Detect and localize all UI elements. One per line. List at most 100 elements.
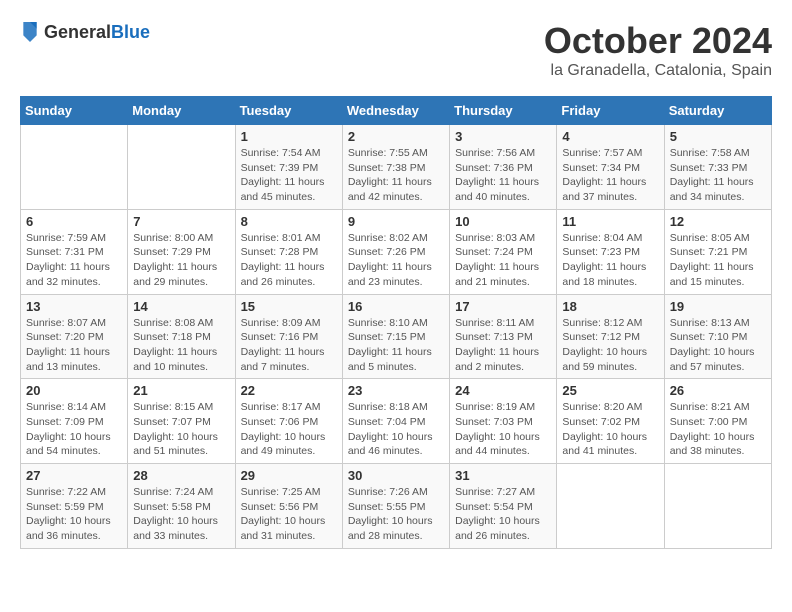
day-number: 8: [241, 214, 337, 229]
day-info: Sunrise: 8:19 AM Sunset: 7:03 PM Dayligh…: [455, 400, 551, 459]
day-info: Sunrise: 8:11 AM Sunset: 7:13 PM Dayligh…: [455, 316, 551, 375]
calendar-cell: 2 Sunrise: 7:55 AM Sunset: 7:38 PM Daylig…: [342, 125, 449, 210]
day-number: 23: [348, 383, 444, 398]
calendar-cell: 5 Sunrise: 7:58 AM Sunset: 7:33 PM Daylig…: [664, 125, 771, 210]
day-number: 10: [455, 214, 551, 229]
day-info: Sunrise: 8:18 AM Sunset: 7:04 PM Dayligh…: [348, 400, 444, 459]
calendar-cell: 14Sunrise: 8:08 AM Sunset: 7:18 PM Dayli…: [128, 294, 235, 379]
calendar-cell: 23 Sunrise: 8:18 AM Sunset: 7:04 PM Dayli…: [342, 379, 449, 464]
header-row: SundayMondayTuesdayWednesdayThursdayFrid…: [21, 97, 772, 125]
calendar-cell: [21, 125, 128, 210]
calendar-cell: 30 Sunrise: 7:26 AM Sunset: 5:55 PM Dayli…: [342, 464, 449, 549]
calendar-cell: 17Sunrise: 8:11 AM Sunset: 7:13 PM Dayli…: [450, 294, 557, 379]
calendar-table: SundayMondayTuesdayWednesdayThursdayFrid…: [20, 96, 772, 549]
calendar-week-row: 20Sunrise: 8:14 AM Sunset: 7:09 PM Dayli…: [21, 379, 772, 464]
calendar-cell: 7 Sunrise: 8:00 AM Sunset: 7:29 PM Daylig…: [128, 209, 235, 294]
day-info: Sunrise: 7:24 AM Sunset: 5:58 PM Dayligh…: [133, 485, 229, 544]
day-info: Sunrise: 7:55 AM Sunset: 7:38 PM Dayligh…: [348, 146, 444, 205]
calendar-cell: 24 Sunrise: 8:19 AM Sunset: 7:03 PM Dayli…: [450, 379, 557, 464]
day-number: 27: [26, 468, 122, 483]
calendar-cell: 3Sunrise: 7:56 AM Sunset: 7:36 PM Daylig…: [450, 125, 557, 210]
day-of-week-header: Friday: [557, 97, 664, 125]
day-number: 30: [348, 468, 444, 483]
calendar-cell: 20Sunrise: 8:14 AM Sunset: 7:09 PM Dayli…: [21, 379, 128, 464]
calendar-cell: 4Sunrise: 7:57 AM Sunset: 7:34 PM Daylig…: [557, 125, 664, 210]
day-info: Sunrise: 7:26 AM Sunset: 5:55 PM Dayligh…: [348, 485, 444, 544]
calendar-cell: [557, 464, 664, 549]
day-info: Sunrise: 7:25 AM Sunset: 5:56 PM Dayligh…: [241, 485, 337, 544]
logo-icon: [20, 20, 40, 44]
logo: GeneralBlue: [20, 20, 150, 44]
calendar-cell: 19 Sunrise: 8:13 AM Sunset: 7:10 PM Dayli…: [664, 294, 771, 379]
day-of-week-header: Wednesday: [342, 97, 449, 125]
logo-blue: Blue: [111, 22, 150, 42]
calendar-cell: 9 Sunrise: 8:02 AM Sunset: 7:26 PM Daylig…: [342, 209, 449, 294]
day-info: Sunrise: 8:04 AM Sunset: 7:23 PM Dayligh…: [562, 231, 658, 290]
day-info: Sunrise: 8:17 AM Sunset: 7:06 PM Dayligh…: [241, 400, 337, 459]
day-of-week-header: Monday: [128, 97, 235, 125]
calendar-cell: 18 Sunrise: 8:12 AM Sunset: 7:12 PM Dayli…: [557, 294, 664, 379]
day-number: 6: [26, 214, 122, 229]
calendar-cell: 13Sunrise: 8:07 AM Sunset: 7:20 PM Dayli…: [21, 294, 128, 379]
day-number: 19: [670, 299, 766, 314]
day-number: 1: [241, 129, 337, 144]
day-of-week-header: Tuesday: [235, 97, 342, 125]
day-number: 24: [455, 383, 551, 398]
day-number: 2: [348, 129, 444, 144]
calendar-week-row: 6 Sunrise: 7:59 AM Sunset: 7:31 PM Daylig…: [21, 209, 772, 294]
calendar-cell: 25 Sunrise: 8:20 AM Sunset: 7:02 PM Dayli…: [557, 379, 664, 464]
calendar-cell: 27 Sunrise: 7:22 AM Sunset: 5:59 PM Dayli…: [21, 464, 128, 549]
day-info: Sunrise: 8:08 AM Sunset: 7:18 PM Dayligh…: [133, 316, 229, 375]
day-info: Sunrise: 8:02 AM Sunset: 7:26 PM Dayligh…: [348, 231, 444, 290]
day-info: Sunrise: 7:54 AM Sunset: 7:39 PM Dayligh…: [241, 146, 337, 205]
calendar-cell: 8Sunrise: 8:01 AM Sunset: 7:28 PM Daylig…: [235, 209, 342, 294]
calendar-cell: 11Sunrise: 8:04 AM Sunset: 7:23 PM Dayli…: [557, 209, 664, 294]
day-number: 31: [455, 468, 551, 483]
day-info: Sunrise: 7:59 AM Sunset: 7:31 PM Dayligh…: [26, 231, 122, 290]
day-number: 12: [670, 214, 766, 229]
calendar-body: 1 Sunrise: 7:54 AM Sunset: 7:39 PM Daylig…: [21, 125, 772, 549]
calendar-cell: 15 Sunrise: 8:09 AM Sunset: 7:16 PM Dayli…: [235, 294, 342, 379]
calendar-cell: 16 Sunrise: 8:10 AM Sunset: 7:15 PM Dayli…: [342, 294, 449, 379]
day-info: Sunrise: 7:27 AM Sunset: 5:54 PM Dayligh…: [455, 485, 551, 544]
day-number: 5: [670, 129, 766, 144]
day-info: Sunrise: 7:57 AM Sunset: 7:34 PM Dayligh…: [562, 146, 658, 205]
day-number: 26: [670, 383, 766, 398]
day-number: 16: [348, 299, 444, 314]
calendar-cell: [664, 464, 771, 549]
day-info: Sunrise: 7:58 AM Sunset: 7:33 PM Dayligh…: [670, 146, 766, 205]
calendar-cell: 10Sunrise: 8:03 AM Sunset: 7:24 PM Dayli…: [450, 209, 557, 294]
calendar-week-row: 13Sunrise: 8:07 AM Sunset: 7:20 PM Dayli…: [21, 294, 772, 379]
day-of-week-header: Saturday: [664, 97, 771, 125]
day-info: Sunrise: 8:00 AM Sunset: 7:29 PM Dayligh…: [133, 231, 229, 290]
day-number: 18: [562, 299, 658, 314]
month-title: October 2024: [544, 20, 772, 62]
day-info: Sunrise: 8:10 AM Sunset: 7:15 PM Dayligh…: [348, 316, 444, 375]
calendar-cell: 28Sunrise: 7:24 AM Sunset: 5:58 PM Dayli…: [128, 464, 235, 549]
calendar-cell: 22 Sunrise: 8:17 AM Sunset: 7:06 PM Dayli…: [235, 379, 342, 464]
day-info: Sunrise: 7:56 AM Sunset: 7:36 PM Dayligh…: [455, 146, 551, 205]
logo-text: GeneralBlue: [44, 22, 150, 43]
day-number: 22: [241, 383, 337, 398]
day-of-week-header: Thursday: [450, 97, 557, 125]
day-info: Sunrise: 8:20 AM Sunset: 7:02 PM Dayligh…: [562, 400, 658, 459]
title-section: October 2024 la Granadella, Catalonia, S…: [544, 20, 772, 80]
day-info: Sunrise: 8:07 AM Sunset: 7:20 PM Dayligh…: [26, 316, 122, 375]
day-info: Sunrise: 8:13 AM Sunset: 7:10 PM Dayligh…: [670, 316, 766, 375]
calendar-cell: [128, 125, 235, 210]
day-number: 15: [241, 299, 337, 314]
calendar-cell: 29Sunrise: 7:25 AM Sunset: 5:56 PM Dayli…: [235, 464, 342, 549]
day-number: 9: [348, 214, 444, 229]
calendar-header: SundayMondayTuesdayWednesdayThursdayFrid…: [21, 97, 772, 125]
day-number: 20: [26, 383, 122, 398]
calendar-week-row: 1 Sunrise: 7:54 AM Sunset: 7:39 PM Daylig…: [21, 125, 772, 210]
day-info: Sunrise: 8:05 AM Sunset: 7:21 PM Dayligh…: [670, 231, 766, 290]
day-number: 7: [133, 214, 229, 229]
day-number: 25: [562, 383, 658, 398]
day-info: Sunrise: 8:09 AM Sunset: 7:16 PM Dayligh…: [241, 316, 337, 375]
calendar-week-row: 27 Sunrise: 7:22 AM Sunset: 5:59 PM Dayli…: [21, 464, 772, 549]
day-number: 21: [133, 383, 229, 398]
day-info: Sunrise: 8:12 AM Sunset: 7:12 PM Dayligh…: [562, 316, 658, 375]
day-info: Sunrise: 7:22 AM Sunset: 5:59 PM Dayligh…: [26, 485, 122, 544]
calendar-cell: 26Sunrise: 8:21 AM Sunset: 7:00 PM Dayli…: [664, 379, 771, 464]
